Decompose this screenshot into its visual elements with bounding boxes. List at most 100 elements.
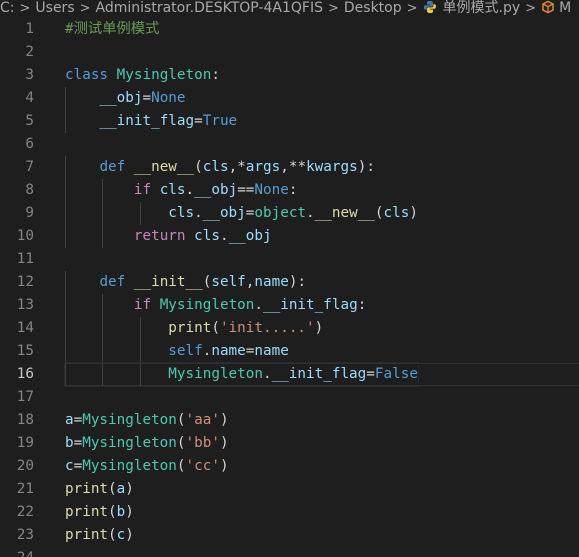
code-token: . — [185, 182, 195, 198]
code-token: #测试单例模式 — [65, 21, 160, 37]
code-text[interactable]: print(c) — [65, 524, 134, 547]
code-token: cls — [159, 182, 186, 198]
breadcrumb-drive[interactable]: C: — [0, 0, 15, 16]
code-token: Mysingleton — [82, 435, 177, 451]
line-number: 24 — [0, 547, 34, 557]
code-text[interactable]: __init_flag=True — [65, 110, 237, 133]
code-token: : — [288, 182, 298, 198]
code-token: __obj — [202, 205, 246, 221]
code-token: 'bb' — [185, 435, 220, 451]
code-text[interactable]: print('init.....') — [65, 317, 323, 340]
line-number: 4 — [25, 90, 34, 106]
breadcrumb-user-folder[interactable]: Administrator.DESKTOP-4A1QFIS — [96, 0, 323, 16]
code-line[interactable]: 10 return cls.__obj — [0, 225, 579, 248]
code-token: ( — [176, 458, 186, 474]
code-token: cls — [168, 205, 195, 221]
line-number: 18 — [16, 412, 34, 428]
code-text[interactable]: b=Mysingleton('bb') — [65, 432, 229, 455]
code-line[interactable]: 15 self.name=name — [0, 340, 579, 363]
code-token: __obj — [228, 228, 272, 244]
code-text[interactable]: #测试单例模式 — [65, 18, 159, 41]
line-number: 15 — [16, 343, 34, 359]
code-token: ) — [125, 481, 134, 497]
code-line[interactable]: 22 print(b) — [0, 501, 579, 524]
breadcrumb-symbol[interactable]: M — [559, 0, 571, 16]
code-text[interactable]: def __init__(self,name): — [65, 271, 306, 294]
code-token: ( — [108, 481, 117, 497]
code-token: ) — [409, 205, 418, 221]
code-token: = — [73, 435, 83, 451]
code-token: Mysingleton — [82, 458, 177, 474]
code-token: ) — [125, 527, 134, 543]
chevron-right-icon: > — [327, 1, 339, 16]
code-text[interactable]: class Mysingleton: — [65, 64, 220, 87]
code-line[interactable]: 16 Mysingleton.__init_flag=False — [0, 362, 579, 387]
breadcrumb-desktop[interactable]: Desktop — [344, 0, 402, 16]
code-token: def — [99, 274, 126, 290]
code-lines[interactable]: 1 #测试单例模式 2 3 class Mysingleton: 4 __obj=None… — [0, 18, 579, 557]
code-line[interactable]: 1 #测试单例模式 — [0, 18, 579, 41]
code-token: __obj — [99, 90, 143, 106]
code-text[interactable]: print(b) — [65, 501, 134, 524]
code-token: ,** — [280, 159, 307, 175]
code-token: . — [254, 297, 263, 313]
code-text[interactable]: print(a) — [65, 478, 134, 501]
code-text[interactable]: if cls.__obj==None: — [65, 179, 298, 202]
code-line[interactable]: 13 if Mysingleton.__init_flag: — [0, 294, 579, 317]
code-editor[interactable]: C: > Users > Administrator.DESKTOP-4A1QFIS > D… — [0, 0, 579, 557]
code-token: a — [116, 481, 126, 497]
line-number: 22 — [16, 504, 34, 520]
code-token: __init__ — [133, 274, 203, 290]
code-line[interactable]: 24 — [0, 547, 579, 557]
code-line[interactable]: 6 — [0, 133, 579, 156]
code-token: print — [65, 527, 109, 543]
code-token: : — [211, 67, 220, 83]
code-line[interactable]: 21 print(a) — [0, 478, 579, 501]
line-number: 13 — [16, 297, 34, 313]
breadcrumb-file[interactable]: 单例模式.py — [443, 0, 521, 16]
code-token: cls — [202, 159, 229, 175]
code-line[interactable]: 5 __init_flag=True — [0, 110, 579, 133]
code-line[interactable]: 12 def __init__(self,name): — [0, 271, 579, 294]
code-text[interactable]: def __new__(cls,*args,**kwargs): — [65, 156, 375, 179]
code-line[interactable]: 4 __obj=None — [0, 87, 579, 110]
code-token: : — [357, 297, 367, 313]
code-text[interactable]: a=Mysingleton('aa') — [65, 409, 229, 432]
code-line[interactable]: 2 — [0, 41, 579, 64]
code-line[interactable]: 3 class Mysingleton: — [0, 64, 579, 87]
code-text[interactable]: cls.__obj=object.__new__(cls) — [65, 202, 418, 225]
code-text[interactable]: self.name=name — [65, 340, 289, 363]
code-token: ,* — [228, 159, 246, 175]
code-line[interactable]: 7 def __new__(cls,*args,**kwargs): — [0, 156, 579, 179]
code-token: name — [254, 274, 289, 290]
code-text[interactable]: if Mysingleton.__init_flag: — [65, 294, 366, 317]
code-token: == — [237, 182, 255, 198]
code-line[interactable]: 19 b=Mysingleton('bb') — [0, 432, 579, 455]
code-token: if — [133, 297, 152, 313]
code-line[interactable]: 8 if cls.__obj==None: — [0, 179, 579, 202]
code-line[interactable]: 18 a=Mysingleton('aa') — [0, 409, 579, 432]
code-line[interactable]: 17 — [0, 386, 579, 409]
code-text[interactable]: __obj=None — [65, 87, 185, 110]
code-token: __init_flag — [99, 113, 195, 129]
code-line[interactable]: 23 print(c) — [0, 524, 579, 547]
code-line[interactable]: 20 c=Mysingleton('cc') — [0, 455, 579, 478]
code-line[interactable]: 11 — [0, 248, 579, 271]
code-text[interactable]: return cls.__obj — [65, 225, 272, 248]
code-token: ( — [176, 435, 186, 451]
method-symbol-icon — [541, 0, 555, 14]
code-line[interactable]: 14 print('init.....') — [0, 317, 579, 340]
code-token: ( — [108, 504, 117, 520]
breadcrumb-users[interactable]: Users — [35, 0, 74, 16]
code-token: __new__ — [314, 205, 375, 221]
code-text[interactable]: c=Mysingleton('cc') — [65, 455, 229, 478]
code-line[interactable]: 9 cls.__obj=object.__new__(cls) — [0, 202, 579, 225]
line-number: 10 — [16, 228, 34, 244]
code-text[interactable]: Mysingleton.__init_flag=False — [64, 362, 419, 387]
code-token: name — [254, 343, 289, 359]
